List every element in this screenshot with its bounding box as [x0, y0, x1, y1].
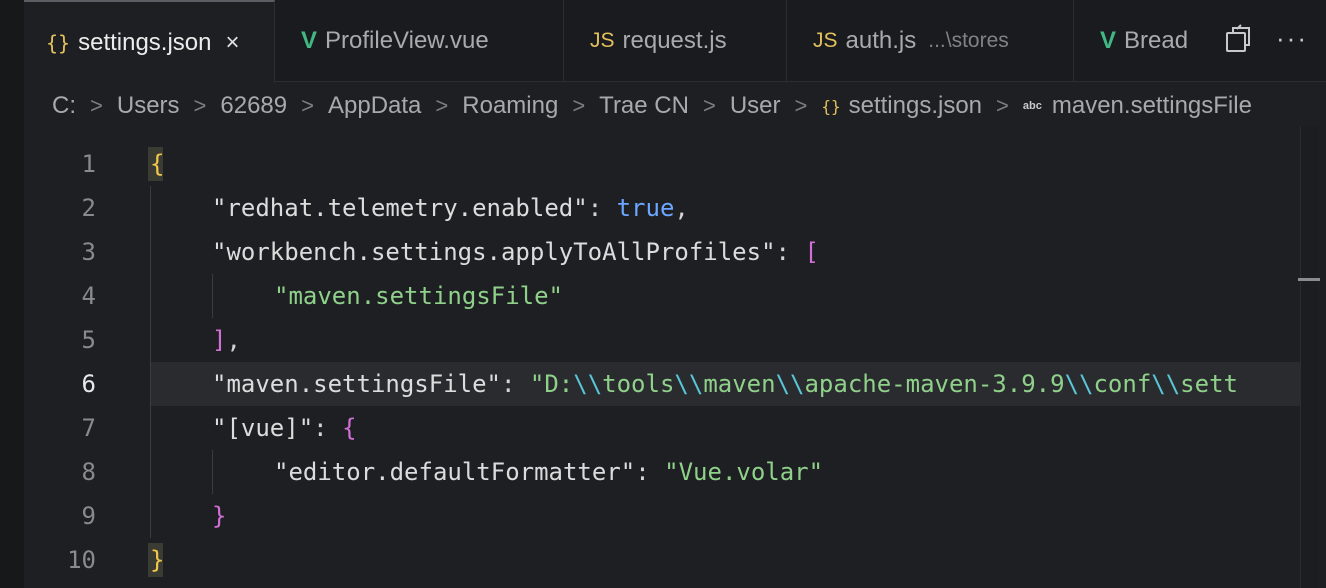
editor-tab-bar: {} settings.json × V ProfileView.vue JS …	[24, 0, 1326, 83]
json-string: "D:\\tools\\maven\\apache-maven-3.9.9\\c…	[530, 370, 1238, 398]
breadcrumb: C: > Users > 62689 > AppData > Roaming >…	[52, 90, 1252, 122]
brace: {	[342, 414, 357, 442]
chevron-right-icon: >	[702, 93, 716, 118]
line-number-current: 6	[81, 370, 96, 398]
vertical-scrollbar[interactable]	[1300, 126, 1319, 588]
breadcrumb-item-user-id[interactable]: 62689	[220, 92, 287, 120]
punctuation: :	[587, 194, 617, 222]
breadcrumb-item-users[interactable]: Users	[117, 92, 180, 120]
line-number: 9	[81, 502, 96, 530]
brace: }	[212, 502, 227, 530]
code-editor[interactable]: 1 2 3 4 5 6 7 8 9 10 { "redhat.telemetry…	[0, 142, 1326, 588]
tab-profileview-vue[interactable]: V ProfileView.vue	[275, 0, 564, 81]
punctuation: :	[500, 370, 530, 398]
chevron-right-icon: >	[435, 93, 449, 118]
vue-file-icon: V	[1100, 26, 1117, 54]
tab-bread[interactable]: V Bread	[1074, 0, 1214, 81]
json-string: "Vue.volar"	[664, 458, 824, 486]
json-boolean: true	[616, 194, 675, 222]
string-part: tools	[602, 370, 675, 398]
string-part: sett	[1180, 370, 1238, 398]
line-number: 7	[81, 414, 96, 442]
chevron-right-icon: >	[193, 93, 207, 118]
breadcrumb-item-roaming[interactable]: Roaming	[462, 92, 558, 120]
brace: }	[150, 546, 165, 574]
punctuation: :	[635, 458, 665, 486]
breadcrumb-item-appdata[interactable]: AppData	[328, 92, 421, 120]
json-string: "maven.settingsFile"	[274, 282, 563, 310]
json-key: "[vue]"	[212, 414, 314, 442]
breadcrumb-item-drive[interactable]: C:	[52, 92, 76, 120]
breadcrumb-item-trae-cn[interactable]: Trae CN	[599, 92, 689, 120]
line-number: 5	[81, 326, 96, 354]
tab-label: Bread	[1124, 26, 1189, 54]
tab-auth-js[interactable]: JS auth.js ...\stores	[787, 0, 1074, 81]
string-part: "D:	[529, 370, 574, 398]
line-number: 4	[81, 282, 96, 310]
bracket: ]	[212, 326, 227, 354]
code-line: "redhat.telemetry.enabled": true,	[150, 186, 1326, 230]
string-part: apache-maven-3.9.9	[804, 370, 1065, 398]
tab-label: settings.json	[78, 28, 212, 56]
code-line: "workbench.settings.applyToAllProfiles":…	[150, 230, 1326, 274]
chevron-right-icon: >	[572, 93, 586, 118]
js-file-icon: JS	[813, 28, 838, 52]
json-key: "redhat.telemetry.enabled"	[212, 194, 588, 222]
line-number: 10	[67, 546, 96, 574]
chevron-right-icon: >	[90, 93, 103, 118]
code-line: {	[150, 142, 1300, 186]
json-file-icon: {}	[821, 96, 841, 116]
brace: {	[150, 150, 165, 178]
json-key: "workbench.settings.applyToAllProfiles"	[212, 238, 776, 266]
tab-settings-json[interactable]: {} settings.json ×	[24, 0, 275, 83]
tab-label: request.js	[622, 26, 727, 54]
breadcrumb-item-user[interactable]: User	[730, 92, 781, 120]
tab-label: ProfileView.vue	[325, 26, 489, 54]
chevron-right-icon: >	[301, 93, 314, 118]
breadcrumb-item-symbol[interactable]: maven.settingsFile	[1052, 92, 1252, 120]
escape-sequence: \\	[674, 370, 704, 398]
breadcrumb-item-file[interactable]: settings.json	[849, 92, 982, 120]
json-key: "maven.settingsFile"	[212, 370, 501, 398]
scrollbar-position-marker	[1298, 278, 1320, 281]
tab-request-js[interactable]: JS request.js	[564, 0, 787, 81]
punctuation: ,	[674, 194, 689, 222]
vue-file-icon: V	[301, 26, 318, 54]
string-symbol-icon: abc	[1022, 100, 1042, 112]
code-line: "maven.settingsFile"	[150, 274, 1326, 318]
line-number: 3	[81, 238, 96, 266]
line-number: 2	[81, 194, 96, 222]
chevron-right-icon: >	[794, 93, 808, 118]
tab-label: auth.js	[845, 26, 917, 54]
json-key: "editor.defaultFormatter"	[274, 458, 636, 486]
chevron-right-icon: >	[996, 93, 1009, 118]
json-file-icon: {}	[46, 30, 71, 55]
escape-sequence: \\	[1064, 370, 1094, 398]
tab-description: ...\stores	[928, 28, 1009, 52]
line-number: 1	[81, 150, 96, 178]
bracket: [	[804, 238, 819, 266]
escape-sequence: \\	[775, 370, 805, 398]
escape-sequence: \\	[1151, 370, 1181, 398]
code-line: ],	[150, 318, 1326, 362]
more-actions-icon[interactable]: ···	[1276, 22, 1308, 54]
code-line: "[vue]": {	[150, 406, 1326, 450]
line-number: 8	[81, 458, 96, 486]
code-line: }	[150, 494, 1326, 538]
string-part: maven	[703, 370, 776, 398]
punctuation: ,	[226, 326, 241, 354]
code-line: "editor.defaultFormatter": "Vue.volar"	[150, 450, 1326, 494]
close-tab-icon[interactable]: ×	[226, 29, 240, 57]
split-editor-icon[interactable]	[1224, 24, 1252, 61]
punctuation: :	[775, 238, 805, 266]
code-line-current: "maven.settingsFile": "D:\\tools\\maven\…	[150, 362, 1326, 406]
code-line: }	[150, 538, 1300, 582]
js-file-icon: JS	[590, 28, 615, 52]
string-part: conf	[1093, 370, 1152, 398]
punctuation: :	[313, 414, 343, 442]
escape-sequence: \\	[573, 370, 603, 398]
